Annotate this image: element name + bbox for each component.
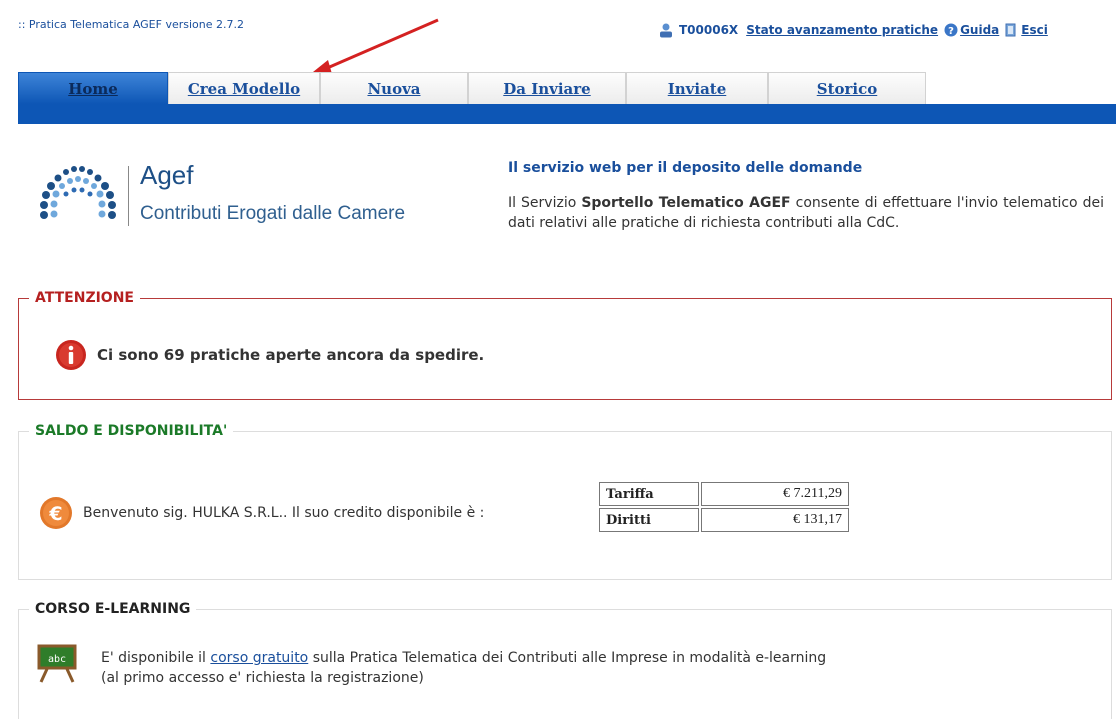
attention-legend: ATTENZIONE [29,290,140,306]
balance-panel: SALDO E DISPONIBILITA' € Benvenuto sig. … [18,423,1112,580]
tab-inviate[interactable]: Inviate [626,72,768,104]
tariffa-label: Tariffa [599,482,699,506]
balance-legend: SALDO E DISPONIBILITA' [29,423,234,439]
main-tabs: Home Crea Modello Nuova Da Inviare Invia… [18,72,926,106]
user-area: T00006X Stato avanzamento pratiche ? Gui… [658,22,1054,38]
registration-note: (al primo accesso e' richiesta la regist… [101,670,424,686]
tab-bar-underline [18,104,1116,124]
user-icon [660,23,672,38]
attention-panel: ATTENZIONE Ci sono 69 pratiche aperte an… [18,290,1112,400]
progress-link[interactable]: Stato avanzamento pratiche [746,23,938,37]
svg-text:€: € [48,503,62,525]
svg-text:?: ? [948,26,954,37]
brand-subtitle: Contributi Erogati dalle Camere [140,203,406,224]
free-course-link[interactable]: corso gratuito [210,650,308,666]
tab-storico[interactable]: Storico [768,72,926,104]
tab-da-inviare[interactable]: Da Inviare [468,72,626,104]
table-row: Diritti € 131,17 [599,508,849,532]
app-title: :: Pratica Telematica AGEF versione 2.7.… [18,18,244,31]
chalkboard-icon: abc [37,644,77,683]
euro-icon: € [40,497,72,529]
help-icon[interactable]: ? [944,23,958,37]
elearning-legend: CORSO E-LEARNING [29,601,197,617]
credit-table: Tariffa € 7.211,29 Diritti € 131,17 [597,480,851,534]
tab-crea-modello[interactable]: Crea Modello [168,72,320,104]
service-title: Il servizio web per il deposito delle do… [508,160,863,176]
service-description: Il Servizio Sportello Telematico AGEF co… [508,195,1105,231]
table-row: Tariffa € 7.211,29 [599,482,849,506]
diritti-value: € 131,17 [701,508,849,532]
chalkboard-text: abc [48,654,66,665]
elearning-text: E' disponibile il corso gratuito sulla P… [101,650,827,686]
exit-icon[interactable] [1005,23,1019,37]
service-name: Sportello Telematico AGEF [581,195,791,211]
help-link[interactable]: Guida [960,23,999,37]
logo-separator [128,166,129,226]
tariffa-value: € 7.211,29 [701,482,849,506]
diritti-label: Diritti [599,508,699,532]
agef-logo-icon [40,166,116,219]
tab-home[interactable]: Home [18,72,168,104]
info-icon [56,340,86,370]
brand-name: Agef [140,160,194,190]
attention-message-row: Ci sono 69 pratiche aperte ancora da spe… [55,339,484,371]
attention-message: Ci sono 69 pratiche aperte ancora da spe… [97,346,485,364]
welcome-row: € Benvenuto sig. HULKA S.R.L.. Il suo cr… [39,496,484,530]
welcome-text: Benvenuto sig. HULKA S.R.L.. Il suo cred… [83,505,485,521]
exit-link[interactable]: Esci [1021,23,1048,37]
elearning-panel: CORSO E-LEARNING abc E' disponibile il c… [18,601,1112,719]
tab-nuova[interactable]: Nuova [320,72,468,104]
user-code: T00006X [679,23,739,37]
top-bar: :: Pratica Telematica AGEF versione 2.7.… [0,0,1116,44]
